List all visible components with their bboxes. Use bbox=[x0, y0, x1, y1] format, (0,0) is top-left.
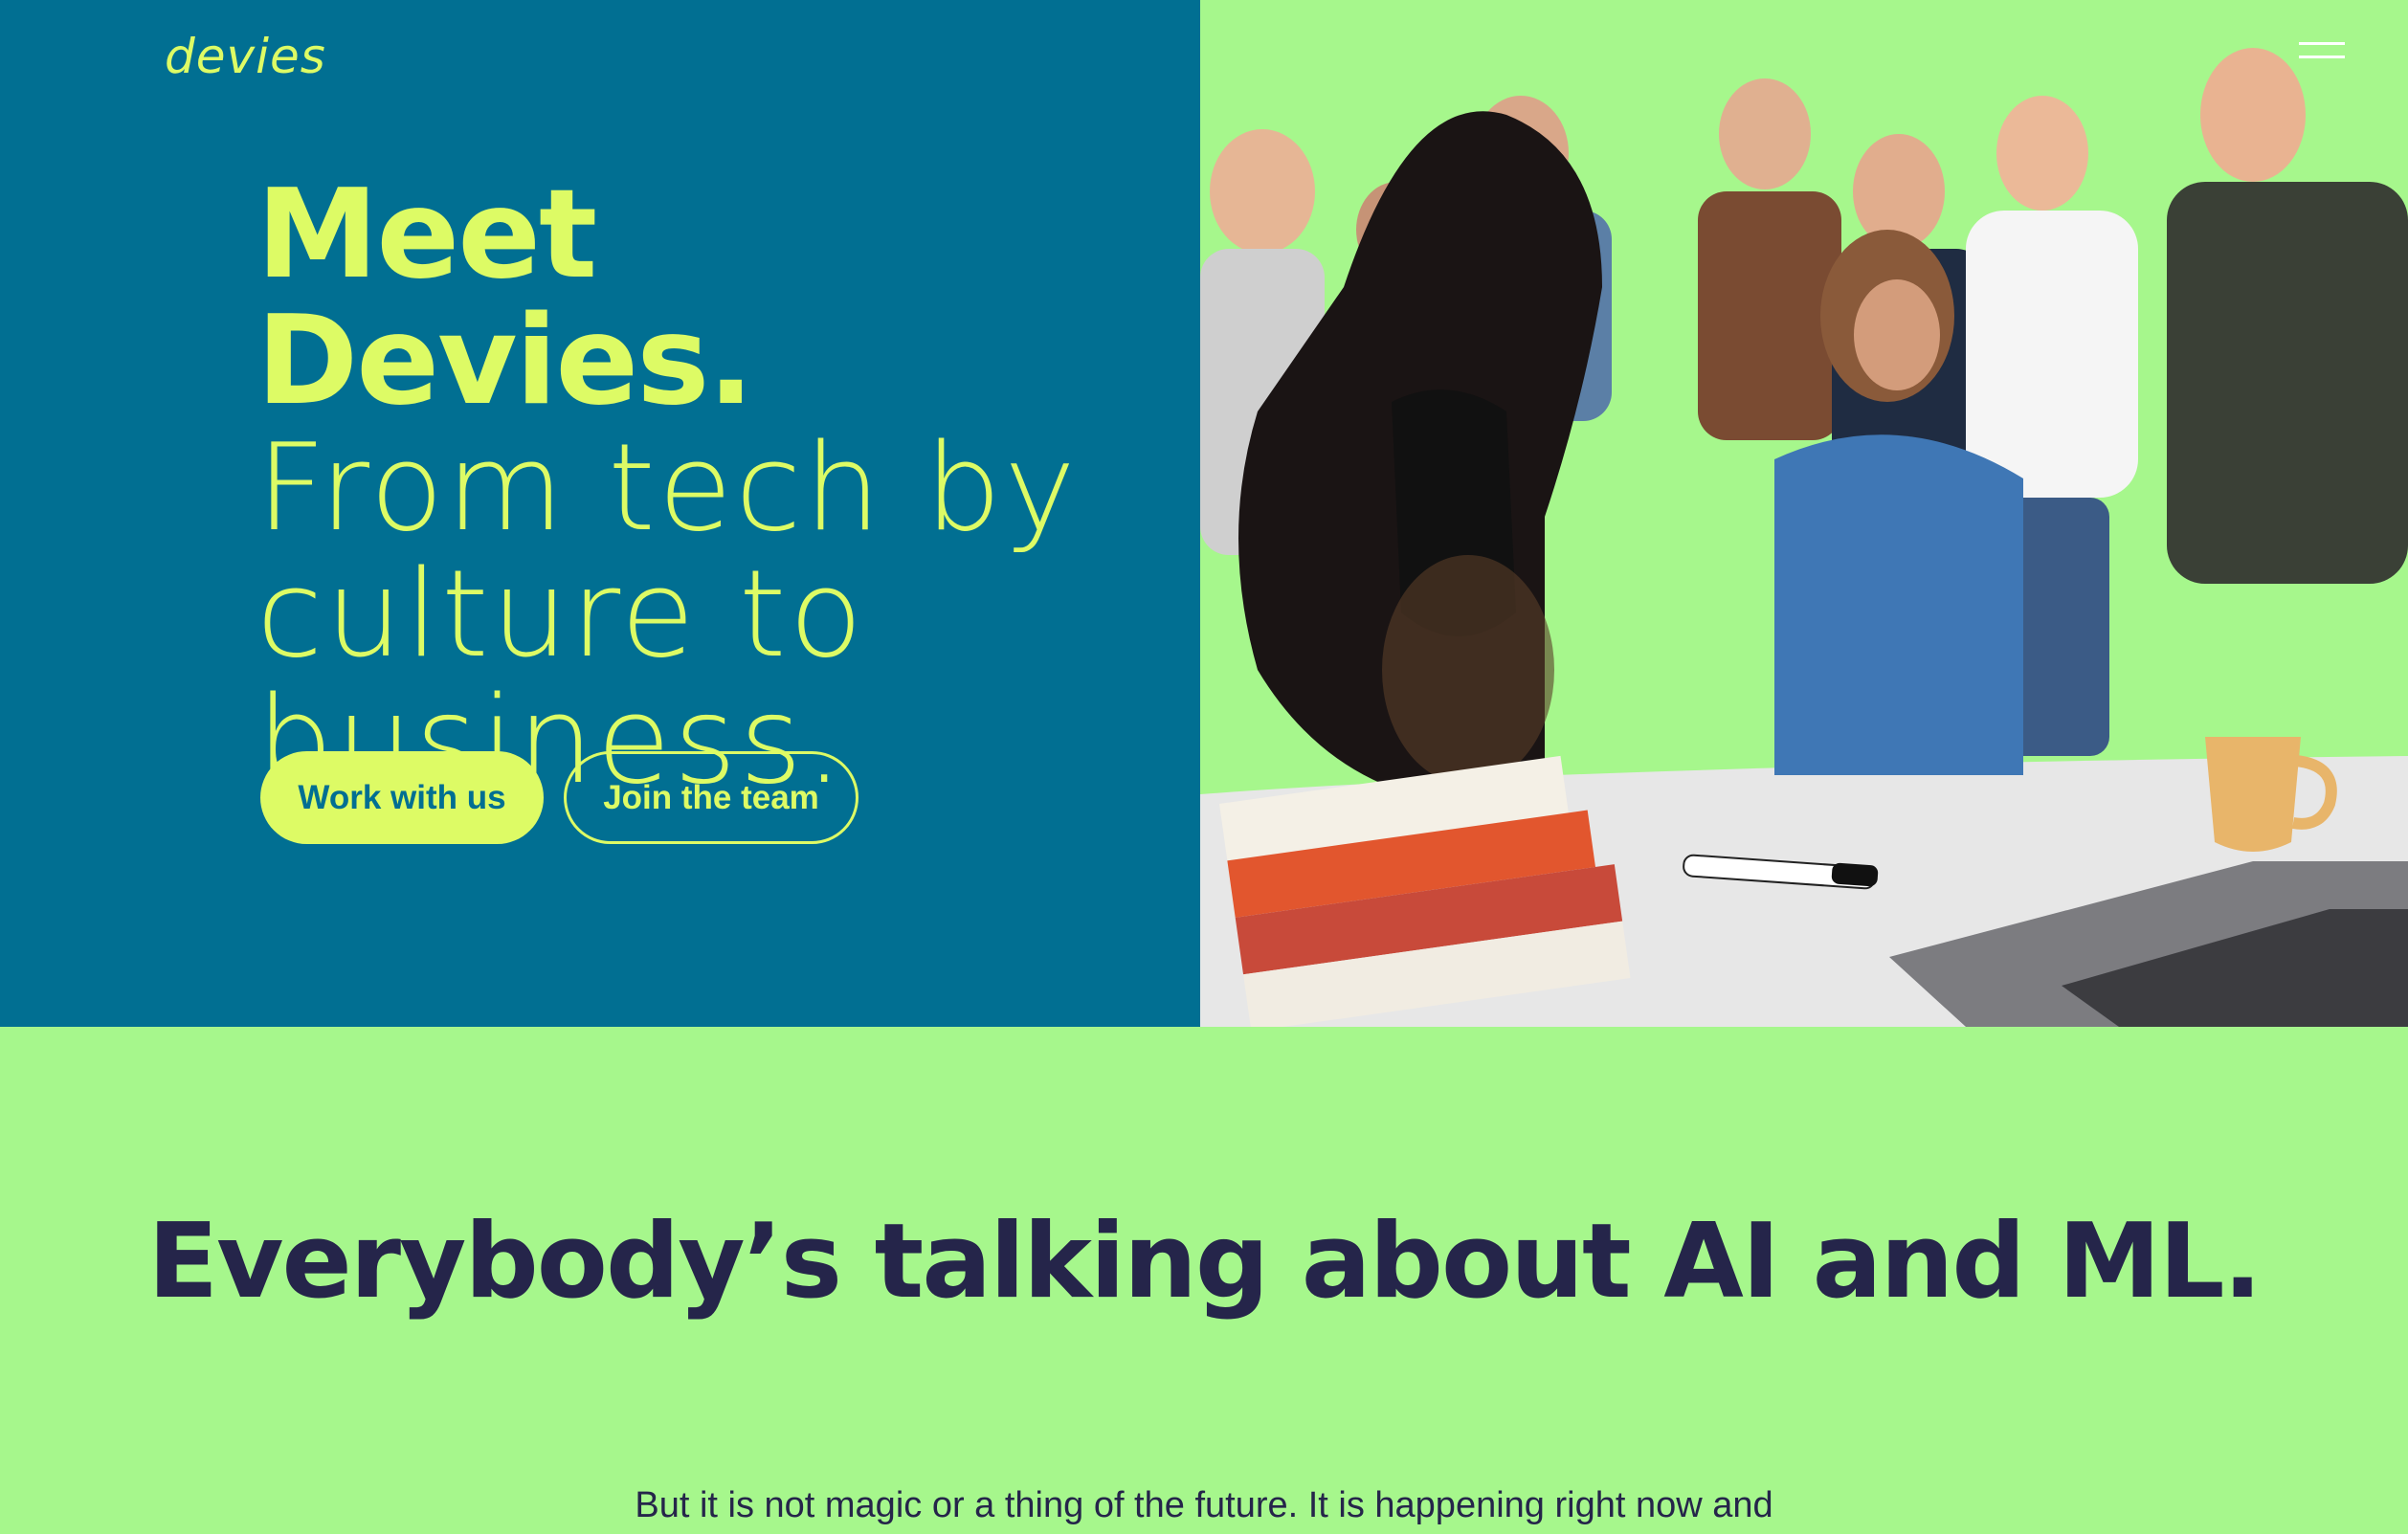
team-photo-icon bbox=[1200, 48, 2408, 1027]
menu-line bbox=[2299, 56, 2345, 58]
hero-headline: Meet Devies. From tech by culture to bus… bbox=[256, 172, 1118, 804]
headline-strong: Meet Devies. bbox=[256, 164, 754, 433]
headline-light: From tech by culture to business. bbox=[256, 417, 1079, 811]
hero-photo bbox=[1200, 0, 2408, 1027]
menu-icon[interactable] bbox=[2299, 42, 2345, 65]
ai-ml-section: Everybody’s talking about AI and ML. But… bbox=[0, 1027, 2408, 1531]
hero-section: devies Meet Devies. From tech by culture… bbox=[0, 0, 2408, 1027]
logo[interactable]: devies bbox=[165, 29, 326, 84]
section-body: But it is not magic or a thing of the fu… bbox=[635, 1485, 1773, 1525]
join-the-team-button[interactable]: Join the team bbox=[564, 751, 858, 844]
hero-left-panel: devies Meet Devies. From tech by culture… bbox=[0, 0, 1200, 1027]
section-title: Everybody’s talking about AI and ML. bbox=[147, 1202, 2262, 1322]
work-with-us-button[interactable]: Work with us bbox=[260, 751, 544, 844]
menu-line bbox=[2299, 42, 2345, 45]
